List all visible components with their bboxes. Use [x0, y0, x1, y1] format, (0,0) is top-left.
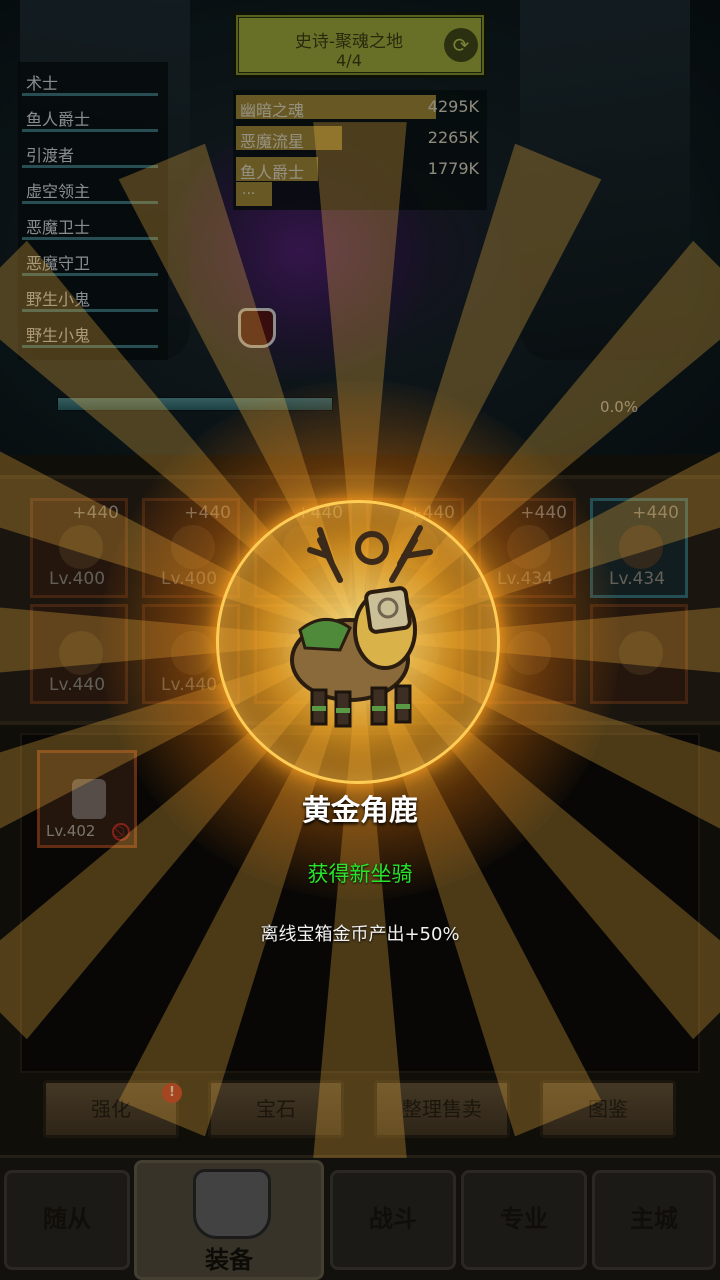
- reward-name: 黄金角鹿: [301, 793, 418, 827]
- reward-status: 获得新坐骑: [307, 862, 413, 886]
- golden-stag-mount-icon: [290, 525, 433, 728]
- reward-effect: 离线宝箱金币产出+50%: [260, 924, 460, 945]
- reward-overlay[interactable]: 黄金角鹿 获得新坐骑 离线宝箱金币产出+50%: [0, 0, 720, 1280]
